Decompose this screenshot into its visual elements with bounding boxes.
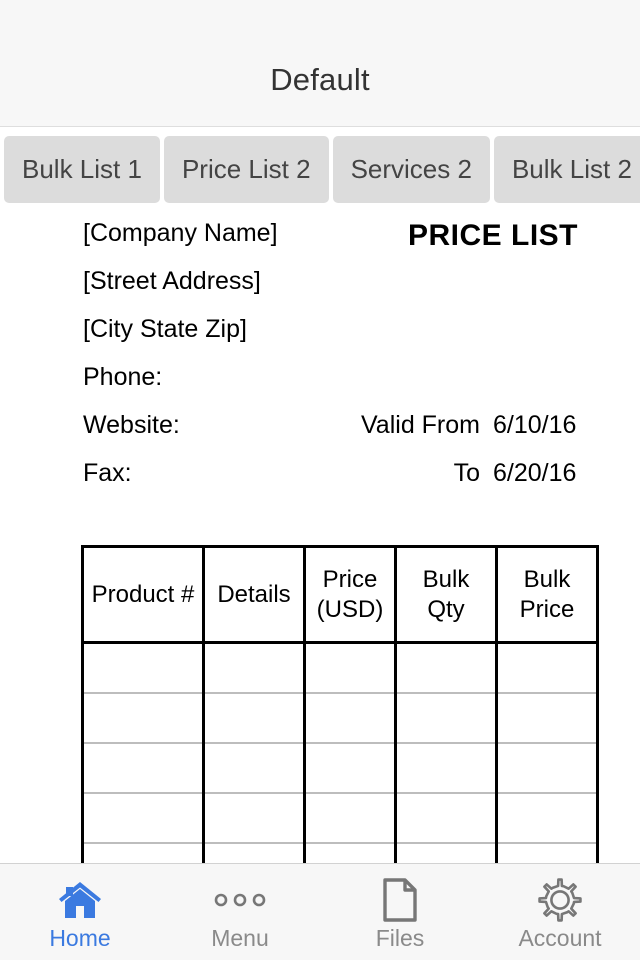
tabbar-item-label: Account [518, 925, 602, 951]
price-table-cell[interactable] [202, 642, 306, 694]
table-row[interactable] [81, 692, 599, 744]
tabbar-item-label: Files [375, 925, 425, 951]
price-table-cell[interactable] [394, 742, 498, 794]
header-cell-line: (USD) [316, 595, 384, 623]
tabbar-item-label: Menu [211, 925, 269, 951]
price-table-header-cell: Bulk Price [495, 545, 599, 644]
header-cell-line: Price [322, 566, 378, 594]
price-table-cell[interactable] [394, 842, 498, 863]
price-table-cell[interactable] [495, 792, 599, 844]
price-table-cell[interactable] [394, 792, 498, 844]
title-bar: Default [0, 0, 640, 127]
document-info-line: [Street Address] [83, 267, 261, 295]
header-cell-line: Bulk [523, 566, 571, 594]
tabbar-item-files[interactable]: Files [320, 864, 480, 960]
header-cell-line: Details [217, 580, 291, 608]
document-info-line: Website: [83, 411, 180, 439]
document-info-line: [Company Name] [83, 219, 278, 247]
price-table-header-cell: Details [202, 545, 306, 644]
price-table-cell[interactable] [81, 692, 205, 744]
document-icon [320, 877, 480, 923]
price-table-cell[interactable] [394, 642, 498, 694]
price-table-cell[interactable] [303, 742, 397, 794]
home-icon [0, 877, 160, 923]
document-info-line: Phone: [83, 363, 163, 391]
price-table-cell[interactable] [81, 742, 205, 794]
price-table-head: Product # Details Price (USD) Bulk Qty Bulk Pri… [81, 545, 599, 644]
table-row[interactable] [81, 642, 599, 694]
price-table-cell[interactable] [202, 842, 306, 863]
document-tab[interactable]: Bulk List 2 [493, 136, 640, 203]
price-table-cell[interactable] [81, 842, 205, 863]
gear-icon [480, 877, 640, 923]
price-table-cell[interactable] [81, 642, 205, 694]
page-title: Default [270, 62, 370, 97]
document-tab[interactable]: Bulk List 1 [4, 136, 160, 203]
document-tab[interactable]: Services 2 [332, 136, 490, 203]
header-cell-line: Price [519, 595, 575, 623]
price-table-cell[interactable] [202, 742, 306, 794]
price-table-header-cell: Bulk Qty [394, 545, 498, 644]
price-table-body [81, 642, 599, 863]
tabbar-item-menu[interactable]: Menu [160, 864, 320, 960]
document-tab[interactable]: Price List 2 [163, 136, 329, 203]
document-info-line: Fax: [83, 459, 132, 487]
price-table-cell[interactable] [495, 842, 599, 863]
price-table-header-cell: Price (USD) [303, 545, 397, 644]
price-table-cell[interactable] [394, 692, 498, 744]
document-body: PRICE LIST [Company Name] [Street Address… [0, 211, 640, 863]
price-table-header-row: Product # Details Price (USD) Bulk Qty Bulk Pri… [81, 545, 599, 644]
bottom-tab-bar: Home Menu Files Account [0, 863, 640, 960]
price-table: Product # Details Price (USD) Bulk Qty Bulk Pri… [81, 545, 599, 863]
document-info-line: [City State Zip] [83, 315, 247, 343]
price-table-cell[interactable] [303, 692, 397, 744]
table-row[interactable] [81, 842, 599, 863]
header-cell-line: Qty [427, 595, 465, 623]
tabbar-item-home[interactable]: Home [0, 864, 160, 960]
table-row[interactable] [81, 792, 599, 844]
price-table-cell[interactable] [495, 642, 599, 694]
price-table-cell[interactable] [495, 742, 599, 794]
price-table-cell[interactable] [303, 792, 397, 844]
validity-value: 6/10/16 [493, 411, 577, 439]
validity-value: 6/20/16 [493, 459, 577, 487]
price-table-cell[interactable] [495, 692, 599, 744]
header-cell-line: Product # [91, 580, 195, 608]
document-tab-strip[interactable]: Bulk List 1 Price List 2 Services 2 Bulk Li… [0, 128, 640, 211]
price-table-cell[interactable] [81, 792, 205, 844]
document-heading: PRICE LIST [407, 219, 578, 252]
header-cell-line: Bulk [422, 566, 470, 594]
price-table-cell[interactable] [202, 692, 306, 744]
tabbar-item-label: Home [49, 925, 111, 951]
validity-label: To [453, 459, 480, 487]
tabbar-item-account[interactable]: Account [480, 864, 640, 960]
table-row[interactable] [81, 742, 599, 794]
app-screen: Default Bulk List 1 Price List 2 Services … [0, 0, 640, 960]
price-table-cell[interactable] [303, 642, 397, 694]
price-table-header-cell: Product # [81, 545, 205, 644]
price-table-cell[interactable] [303, 842, 397, 863]
price-table-cell[interactable] [202, 792, 306, 844]
validity-label: Valid From [360, 411, 480, 439]
dots-icon [160, 877, 320, 923]
